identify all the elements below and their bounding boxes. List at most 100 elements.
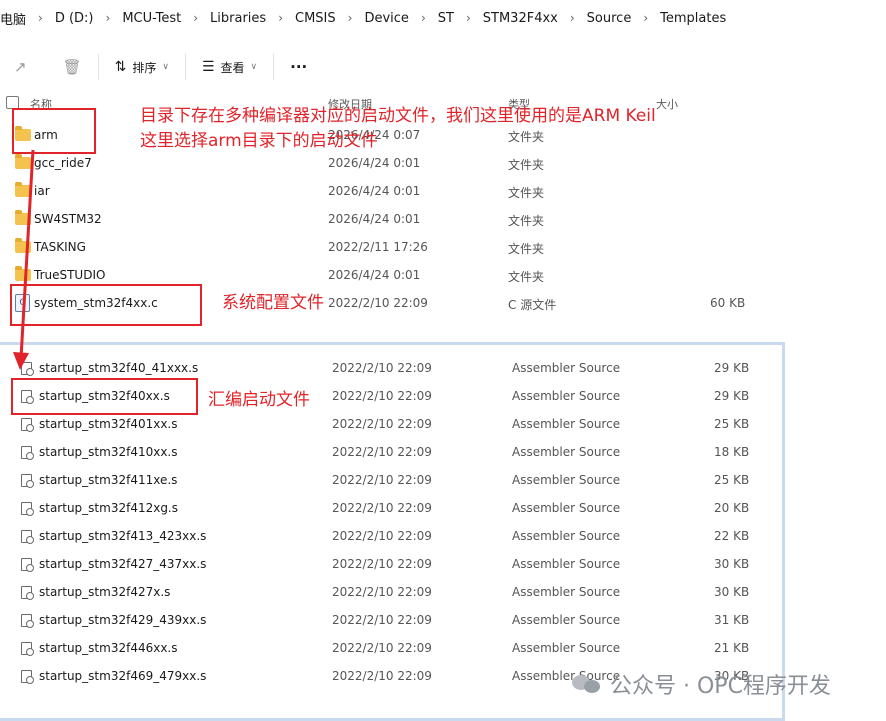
assembler-file-icon (20, 502, 34, 516)
file-name: startup_stm32f427_437xx.s (39, 557, 207, 571)
file-date: 2022/2/10 22:09 (332, 417, 432, 431)
table-row[interactable]: startup_stm32f427x.s 2022/2/10 22:09 Assem… (0, 579, 782, 607)
view-label: 查看 (220, 60, 245, 75)
file-name: startup_stm32f412xg.s (39, 501, 179, 515)
chevron-right-icon: › (420, 11, 426, 25)
annotation-system-file: 系统配置文件 (222, 293, 324, 313)
highlight-arm-folder (12, 108, 96, 154)
table-row[interactable]: SW4STM32 2026/4/24 0:01 文件夹 (0, 205, 886, 233)
table-row[interactable]: startup_stm32f412xg.s 2022/2/10 22:09 Asse… (0, 495, 782, 523)
file-name: TASKING (34, 240, 86, 254)
folder-icon (15, 266, 31, 284)
file-name: startup_stm32f429_439xx.s (39, 613, 207, 627)
breadcrumb-item[interactable]: Source (577, 11, 642, 26)
file-size: 18 KB (714, 445, 750, 459)
breadcrumb-item[interactable]: Templates (650, 11, 736, 26)
table-row[interactable]: TASKING 2022/2/11 17:26 文件夹 (0, 233, 886, 261)
file-size: 29 KB (714, 389, 750, 403)
file-type: Assembler Source (512, 529, 621, 543)
file-name: SW4STM32 (34, 212, 102, 226)
assembler-file-icon (20, 642, 34, 656)
file-type: Assembler Source (512, 501, 621, 515)
breadcrumb-item[interactable]: STM32F4xx (473, 11, 568, 26)
file-date: 2026/4/24 0:01 (328, 268, 421, 282)
file-type: Assembler Source (512, 361, 621, 375)
table-row[interactable]: gcc_ride7 2026/4/24 0:01 文件夹 (0, 149, 886, 177)
file-size: 25 KB (714, 417, 750, 431)
chevron-right-icon: › (465, 11, 471, 25)
breadcrumb-item[interactable]: D (D:) (45, 11, 104, 26)
file-date: 2022/2/10 22:09 (332, 389, 432, 403)
folder-icon (15, 210, 31, 228)
table-row[interactable]: startup_stm32f401xx.s 2022/2/10 22:09 Asse… (0, 411, 782, 439)
file-type: 文件夹 (508, 242, 545, 256)
table-row[interactable]: iar 2026/4/24 0:01 文件夹 (0, 177, 886, 205)
breadcrumb-item[interactable]: 电脑 (0, 9, 36, 28)
sort-button[interactable]: ⇅ 排序 ∨ (107, 52, 177, 82)
file-name: startup_stm32f446xx.s (39, 641, 178, 655)
assembler-file-icon (20, 446, 34, 460)
chevron-right-icon: › (193, 11, 199, 25)
file-name: startup_stm32f40_41xxx.s (39, 361, 199, 375)
file-date: 2022/2/10 22:09 (332, 557, 432, 571)
share-icon: ↗ (14, 58, 27, 76)
file-name: startup_stm32f410xx.s (39, 445, 178, 459)
table-row[interactable]: startup_stm32f427_437xx.s 2022/2/10 22:09… (0, 551, 782, 579)
breadcrumb: 电脑 › D (D:) › MCU-Test › Libraries › CMSIS › Devic… (0, 0, 886, 36)
file-name: startup_stm32f413_423xx.s (39, 529, 207, 543)
file-type: 文件夹 (508, 214, 545, 228)
file-date: 2022/2/11 17:26 (328, 240, 428, 254)
assembler-file-icon (20, 670, 34, 684)
breadcrumb-item[interactable]: ST (428, 11, 464, 26)
chevron-right-icon: › (643, 11, 649, 25)
table-row[interactable]: startup_stm32f411xe.s 2022/2/10 22:09 Asse… (0, 467, 782, 495)
column-size[interactable]: 大小 (656, 96, 678, 112)
file-type: Assembler Source (512, 445, 621, 459)
assembler-file-icon (20, 362, 34, 376)
table-row[interactable]: startup_stm32f446xx.s 2022/2/10 22:09 Asse… (0, 635, 782, 663)
file-type: Assembler Source (512, 613, 621, 627)
file-date: 2022/2/10 22:09 (332, 613, 432, 627)
chevron-down-icon: ∨ (250, 62, 258, 72)
table-row[interactable]: startup_stm32f429_439xx.s 2022/2/10 22:09… (0, 607, 782, 635)
assembler-file-icon (20, 614, 34, 628)
file-date: 2022/2/10 22:09 (332, 641, 432, 655)
view-list-icon: ☰ (201, 59, 215, 75)
file-date: 2022/2/10 22:09 (332, 529, 432, 543)
file-size: 30 KB (714, 585, 750, 599)
breadcrumb-item[interactable]: Device (354, 11, 418, 26)
file-size: 30 KB (714, 557, 750, 571)
file-name: startup_stm32f469_479xx.s (39, 669, 207, 683)
more-options-button[interactable]: ··· (282, 52, 315, 82)
watermark-text: 公众号 · OPC程序开发 (610, 674, 831, 699)
breadcrumb-item[interactable]: Libraries (200, 11, 276, 26)
highlight-system-file (10, 284, 202, 326)
folder-icon (15, 182, 31, 200)
annotation-compilers: 目录下存在多种编译器对应的启动文件，我们这里使用的是ARM Keil (140, 106, 656, 126)
breadcrumb-item[interactable]: CMSIS (285, 11, 346, 26)
file-type: Assembler Source (512, 557, 621, 571)
chevron-right-icon: › (38, 11, 43, 25)
watermark: 公众号 · OPC程序开发 (572, 668, 831, 700)
file-date: 2026/4/24 0:01 (328, 212, 421, 226)
file-type: Assembler Source (512, 417, 621, 431)
view-button[interactable]: ☰ 查看 ∨ (194, 52, 265, 82)
share-button[interactable]: ↗ (6, 52, 35, 82)
toolbar-divider (97, 54, 99, 80)
delete-button[interactable]: 🗑 (55, 52, 90, 82)
sort-label: 排序 (132, 60, 157, 75)
table-row[interactable]: startup_stm32f410xx.s 2022/2/10 22:09 Asse… (0, 439, 782, 467)
file-size: 21 KB (714, 641, 750, 655)
file-type: 文件夹 (508, 186, 545, 200)
annotation-select-arm: 这里选择arm目录下的启动文件 (140, 131, 378, 151)
chevron-right-icon: › (105, 11, 111, 25)
breadcrumb-item[interactable]: MCU-Test (112, 11, 191, 26)
table-row[interactable]: startup_stm32f413_423xx.s 2022/2/10 22:09… (0, 523, 782, 551)
file-size: 25 KB (714, 473, 750, 487)
assembler-file-icon (20, 586, 34, 600)
file-type: 文件夹 (508, 130, 545, 144)
chevron-right-icon: › (278, 11, 284, 25)
toolbar-divider (184, 54, 186, 80)
file-date: 2022/2/10 22:09 (332, 669, 432, 683)
file-size: 20 KB (714, 501, 750, 515)
